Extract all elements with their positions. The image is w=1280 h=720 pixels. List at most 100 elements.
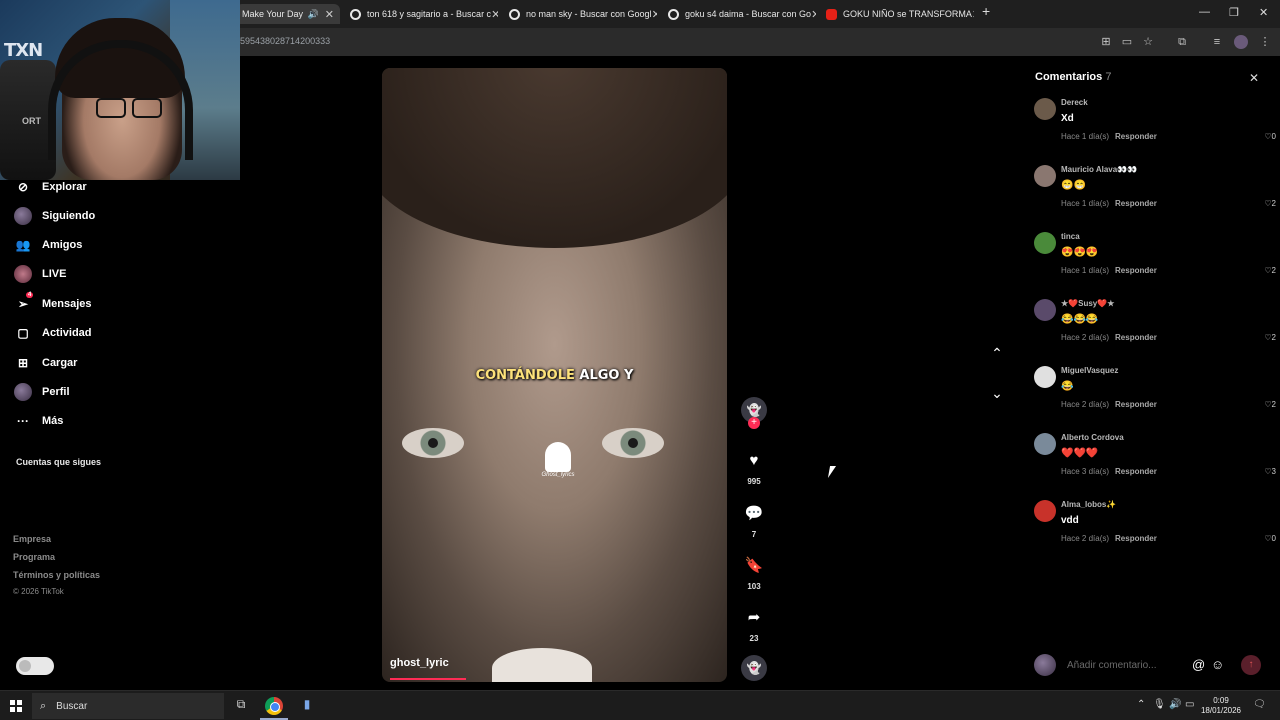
reply-button[interactable]: Responder bbox=[1115, 199, 1157, 208]
share-button[interactable]: ➦ 23 bbox=[738, 608, 770, 643]
comment-like-button[interactable]: ♡2 bbox=[1264, 199, 1276, 208]
comment-like-button[interactable]: ♡3 bbox=[1264, 467, 1276, 476]
restore-icon[interactable]: ❐ bbox=[1229, 6, 1239, 19]
close-tab-icon[interactable]: ✕ bbox=[972, 8, 974, 21]
comment-username[interactable]: Dereck bbox=[1061, 98, 1088, 107]
comment-username[interactable]: tinca bbox=[1061, 232, 1080, 241]
reply-button[interactable]: Responder bbox=[1115, 333, 1157, 342]
reply-button[interactable]: Responder bbox=[1115, 400, 1157, 409]
reply-button[interactable]: Responder bbox=[1115, 534, 1157, 543]
commenter-avatar[interactable] bbox=[1034, 165, 1056, 187]
emoji-icon[interactable]: ☺ bbox=[1211, 657, 1224, 672]
next-video-button[interactable]: ⌄ bbox=[987, 385, 1007, 402]
sidebar-item-live[interactable]: LIVE bbox=[14, 264, 66, 284]
comment-meta: Hace 1 día(s) Responder bbox=[1061, 199, 1157, 208]
taskbar-clock[interactable]: 0:09 18/01/2026 bbox=[1200, 696, 1242, 716]
sidebar-item-mas[interactable]: ··· Más bbox=[14, 411, 63, 431]
windows-start-icon[interactable] bbox=[10, 700, 22, 712]
close-tab-icon[interactable]: ✕ bbox=[652, 8, 657, 21]
tab-goku-s4[interactable]: goku s4 daima - Buscar con Go ✕ bbox=[662, 4, 816, 24]
cast-icon[interactable]: ▭ bbox=[1120, 35, 1134, 49]
watermark-text: Ghost_lyrics bbox=[541, 472, 575, 478]
network-icon[interactable]: ▭ bbox=[1185, 699, 1194, 710]
tab-make-your-day[interactable]: Make Your Day 🔊 ✕ bbox=[236, 4, 340, 24]
taskbar-search[interactable]: ⌕ Buscar bbox=[32, 693, 224, 719]
comment-text: 😂😂😂 bbox=[1061, 314, 1099, 325]
sidebar-item-actividad[interactable]: ▢ Actividad bbox=[14, 323, 91, 343]
music-disc-button[interactable]: 👻 bbox=[738, 655, 770, 681]
commenter-avatar[interactable] bbox=[1034, 366, 1056, 388]
profile-avatar[interactable] bbox=[1234, 35, 1248, 49]
tab-ton-618[interactable]: ton 618 y sagitario a - Buscar c ✕ bbox=[344, 4, 498, 24]
mention-icon[interactable]: @ bbox=[1192, 657, 1205, 672]
sidebar-item-siguiendo[interactable]: Siguiendo bbox=[14, 206, 95, 226]
url-text[interactable]: 595438028714200333 bbox=[240, 36, 330, 46]
menu-dots-icon[interactable]: ⋮ bbox=[1258, 35, 1272, 49]
speaker-icon[interactable]: 🔊 bbox=[308, 9, 319, 20]
chrome-icon[interactable] bbox=[265, 697, 283, 715]
tray-chevron-icon[interactable]: ⌃ bbox=[1137, 699, 1145, 710]
previous-video-button[interactable]: ⌃ bbox=[987, 345, 1007, 362]
like-button[interactable]: ♥ 995 bbox=[738, 452, 770, 486]
comment-username[interactable]: ★❤️Susy❤️★ bbox=[1061, 299, 1114, 308]
close-tab-icon[interactable]: ✕ bbox=[325, 8, 334, 21]
notifications-icon[interactable]: 🗨 bbox=[1253, 699, 1266, 710]
footer-link-empresa[interactable]: Empresa bbox=[13, 534, 51, 544]
comment-like-button[interactable]: ♡2 bbox=[1264, 400, 1276, 409]
translate-icon[interactable]: ⊞ bbox=[1099, 35, 1113, 49]
comment-like-button[interactable]: ♡2 bbox=[1264, 266, 1276, 275]
close-tab-icon[interactable]: ✕ bbox=[811, 8, 816, 21]
commenter-avatar[interactable] bbox=[1034, 299, 1056, 321]
commenter-avatar[interactable] bbox=[1034, 98, 1056, 120]
close-tab-icon[interactable]: ✕ bbox=[491, 8, 498, 21]
sidebar-item-amigos[interactable]: 👥 Amigos bbox=[14, 235, 83, 255]
extensions-icon[interactable]: ⧉ bbox=[1175, 35, 1189, 49]
tab-no-man-sky[interactable]: no man sky - Buscar con Googl ✕ bbox=[503, 4, 657, 24]
media-controls-icon[interactable]: ≡ bbox=[1210, 35, 1224, 49]
bookmark-star-icon[interactable]: ☆ bbox=[1141, 35, 1155, 49]
comment-like-button[interactable]: ♡0 bbox=[1264, 132, 1276, 141]
sidebar-item-mensajes[interactable]: ➢ 4 Mensajes bbox=[14, 292, 92, 314]
reply-button[interactable]: Responder bbox=[1115, 266, 1157, 275]
commenter-avatar[interactable] bbox=[1034, 232, 1056, 254]
comment-username[interactable]: Mauricio Alava👀👀 bbox=[1061, 165, 1137, 174]
reply-button[interactable]: Responder bbox=[1115, 132, 1157, 141]
app-icon[interactable]: ▮ bbox=[298, 697, 316, 715]
volume-icon[interactable]: 🔊 bbox=[1169, 699, 1181, 710]
commenter-avatar[interactable] bbox=[1034, 433, 1056, 455]
footer-link-terminos[interactable]: Términos y políticas bbox=[13, 570, 100, 580]
minimize-icon[interactable]: — bbox=[1199, 6, 1210, 18]
comment-like-button[interactable]: ♡2 bbox=[1264, 333, 1276, 342]
sidebar-item-perfil[interactable]: Perfil bbox=[14, 382, 70, 402]
send-comment-button[interactable]: ↑ bbox=[1241, 655, 1261, 675]
sidebar-item-label: Siguiendo bbox=[42, 210, 96, 222]
video-player[interactable]: CONTÁNDOLE ALGO Y Ghost_lyrics ghost_lyr… bbox=[382, 68, 727, 682]
task-view-icon[interactable]: ⧉ bbox=[232, 697, 250, 715]
follow-plus-icon[interactable]: + bbox=[748, 417, 760, 429]
commenter-avatar[interactable] bbox=[1034, 500, 1056, 522]
creator-avatar-button[interactable]: 👻 + bbox=[738, 397, 770, 429]
comment-time: Hace 3 día(s) bbox=[1061, 467, 1110, 476]
sidebar-item-explorar[interactable]: ⊘ Explorar bbox=[14, 177, 87, 197]
comment-time: Hace 1 día(s) bbox=[1061, 266, 1110, 275]
video-progress-bar[interactable] bbox=[390, 678, 466, 680]
theme-toggle[interactable] bbox=[16, 657, 54, 675]
comment-like-button[interactable]: ♡0 bbox=[1264, 534, 1276, 543]
window-close-icon[interactable]: ✕ bbox=[1259, 6, 1268, 19]
comment-username[interactable]: MiguelVasquez bbox=[1061, 366, 1118, 375]
close-comments-icon[interactable]: ✕ bbox=[1249, 71, 1259, 85]
footer-link-programa[interactable]: Programa bbox=[13, 552, 55, 562]
comment-bubble-icon: 💬 bbox=[744, 505, 764, 522]
sidebar-item-cargar[interactable]: ⊞ Cargar bbox=[14, 353, 78, 373]
video-author[interactable]: ghost_lyric bbox=[390, 657, 449, 669]
reply-button[interactable]: Responder bbox=[1115, 467, 1157, 476]
comment-username[interactable]: Alma_lobos✨ bbox=[1061, 500, 1116, 509]
comment-button[interactable]: 💬 7 bbox=[738, 504, 770, 539]
tab-title: goku s4 daima - Buscar con Go bbox=[685, 9, 812, 19]
microphone-icon[interactable]: 🎙 bbox=[1153, 699, 1166, 710]
add-comment-input[interactable]: Añadir comentario... bbox=[1067, 660, 1157, 671]
new-tab-button[interactable]: + bbox=[982, 3, 990, 19]
comment-username[interactable]: Alberto Cordova bbox=[1061, 433, 1124, 442]
tab-goku-nino[interactable]: GOKU NIÑO se TRANSFORMA ✕ bbox=[820, 4, 974, 24]
save-button[interactable]: 🔖 103 bbox=[738, 556, 770, 591]
